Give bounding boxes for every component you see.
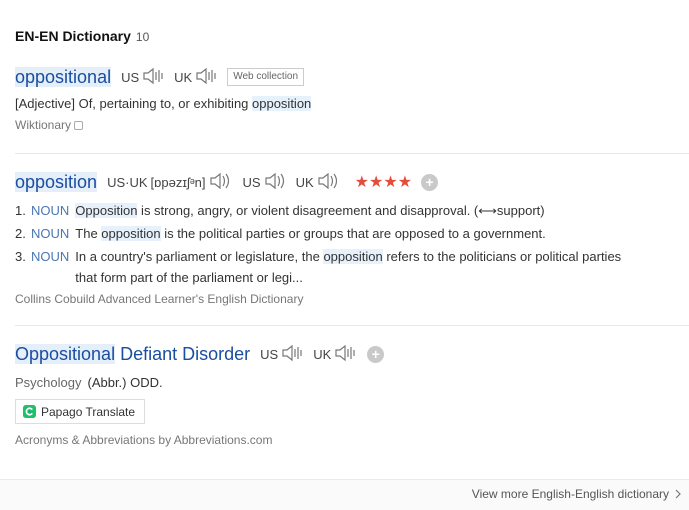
web-collection-badge: Web collection (227, 68, 305, 86)
dictionary-header: EN-EN Dictionary 10 (15, 28, 149, 44)
chevron-right-icon (675, 489, 681, 499)
external-link-icon (74, 121, 84, 130)
sense-item: 3. NOUN In a country's parliament or leg… (15, 245, 689, 288)
speaker-icon[interactable] (195, 67, 219, 88)
footer-bar: View more English-English dictionary (0, 479, 689, 510)
speaker-icon[interactable] (334, 344, 358, 365)
part-of-speech: NOUN (31, 226, 70, 241)
sense-list: 1. NOUN Opposition is strong, angry, or … (15, 199, 689, 288)
papago-translate-button[interactable]: Papago Translate (15, 399, 146, 424)
result-count: 10 (135, 30, 150, 44)
speaker-icon[interactable] (317, 172, 341, 193)
papago-icon (23, 405, 36, 418)
entry-source[interactable]: Acronyms & Abbreviations by Abbreviation… (15, 433, 689, 447)
us-uk-label: US·UK (107, 174, 148, 190)
entry-word-link[interactable]: oppositional (15, 66, 112, 88)
us-label: US (242, 174, 261, 190)
uk-label: UK (313, 346, 332, 362)
pronunciation: [ɒpəzɪʃᵊn] (150, 174, 206, 190)
sense-item: 2. NOUN The opposition is the political … (15, 222, 689, 245)
entry-oppositional: oppositional US UK Web collection [Adjec… (15, 66, 689, 132)
entry-source[interactable]: Wiktionary (15, 118, 689, 132)
entry-definition: Psychology (Abbr.) ODD. (15, 375, 163, 390)
us-label: US (121, 69, 140, 85)
part-of-speech: NOUN (31, 249, 70, 264)
speaker-icon[interactable] (209, 172, 233, 193)
entry-definition: [Adjective] Of, pertaining to, or exhibi… (15, 96, 312, 111)
star-rating: ★★★★ (354, 174, 413, 191)
view-more-link[interactable]: View more English-English dictionary (472, 487, 681, 501)
entry-oppositional-defiant-disorder: Oppositional Defiant Disorder US UK + Ps… (15, 343, 689, 447)
entry-opposition: opposition US·UK [ɒpəzɪʃᵊn] US UK ★★★★ +… (15, 171, 689, 306)
add-to-wordbook-icon[interactable]: + (421, 173, 439, 191)
uk-label: UK (295, 174, 314, 190)
sense-item: 1. NOUN Opposition is strong, angry, or … (15, 199, 689, 222)
entry-source[interactable]: Collins Cobuild Advanced Learner's Engli… (15, 292, 689, 306)
speaker-icon[interactable] (264, 172, 288, 193)
entry-word-link[interactable]: opposition (15, 171, 98, 193)
category-label: Psychology (15, 375, 82, 390)
divider (15, 325, 689, 326)
divider (15, 153, 689, 154)
entry-word-link[interactable]: Oppositional Defiant Disorder (15, 343, 250, 365)
add-to-wordbook-icon[interactable]: + (367, 345, 385, 363)
uk-label: UK (174, 69, 193, 85)
part-of-speech: NOUN (31, 203, 70, 218)
speaker-icon[interactable] (281, 344, 305, 365)
speaker-icon[interactable] (142, 67, 166, 88)
us-label: US (260, 346, 279, 362)
dictionary-title: EN-EN Dictionary (15, 28, 131, 44)
